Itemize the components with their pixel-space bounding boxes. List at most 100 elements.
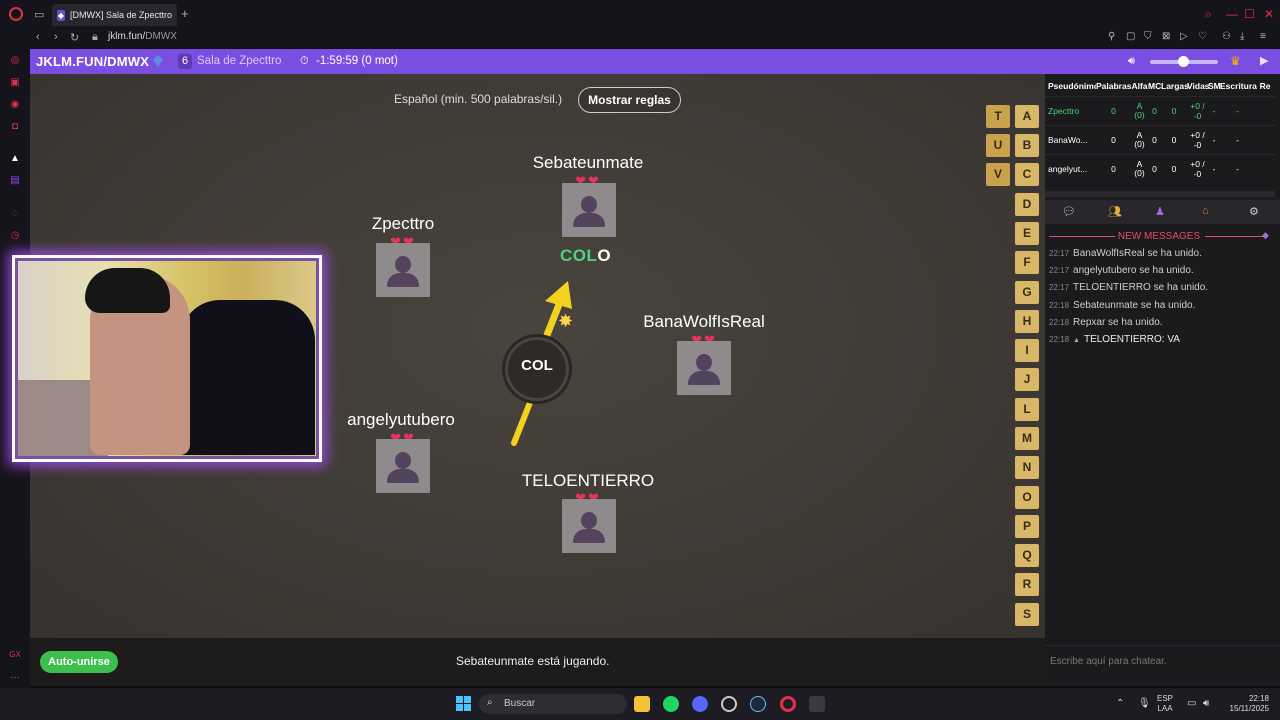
discord-icon[interactable] <box>692 696 708 712</box>
account-icon[interactable]: ⚇ <box>1222 31 1231 42</box>
table-cell: A (0) <box>1134 159 1145 178</box>
keyboard-layout: LAA <box>1157 704 1173 713</box>
new-tab-button[interactable]: + <box>181 6 189 21</box>
table-cell: 0 <box>1152 135 1157 145</box>
tab-overview-icon[interactable]: ▭ <box>34 8 44 21</box>
snapshot-icon[interactable]: ▢ <box>1126 31 1135 42</box>
column-header[interactable]: Pseudónimo <box>1045 81 1096 91</box>
chat-placeholder: Escribe aquí para chatear. <box>1050 656 1167 667</box>
syllable: COL <box>521 357 553 374</box>
collapse-panel-icon[interactable]: ▶ <box>1260 54 1268 67</box>
tiktok-icon[interactable]: ▲ <box>9 153 21 165</box>
table-cell: 0 <box>1152 164 1157 174</box>
chat-message: 22:17 angelyutubero se ha unido. <box>1049 265 1194 276</box>
table-cell: 0 <box>1111 106 1116 116</box>
tab-rules-icon[interactable]: ♟ <box>1155 205 1165 218</box>
user-badge-icon: ▲ <box>1073 337 1080 344</box>
auto-join-button[interactable]: Auto-unirse <box>40 651 118 673</box>
heart-icon[interactable]: ♡ <box>1198 31 1207 42</box>
language-indicator[interactable]: ESP LAA <box>1157 694 1173 714</box>
reload-icon[interactable]: ↻ <box>70 31 79 44</box>
search-icon[interactable]: ⌕ <box>1205 7 1212 22</box>
table-scrollbar[interactable] <box>1045 191 1275 197</box>
player-count: 6 <box>178 54 192 69</box>
show-rules-button[interactable]: Mostrar reglas <box>578 87 681 113</box>
table-cell: +0 / -0 <box>1190 159 1205 179</box>
opera-gx-taskbar-icon[interactable] <box>780 696 796 712</box>
scroll-bottom-icon[interactable]: ◆ <box>1262 230 1269 241</box>
browser-tab[interactable]: ◆ [DMWX] Sala de Zpecttro <box>52 4 177 26</box>
bonus-letter: H <box>1015 310 1039 333</box>
volume-icon[interactable]: 🔊︎ <box>1128 55 1135 68</box>
maximize-button[interactable]: ☐ <box>1244 7 1255 21</box>
table-cell: Zpecttro <box>1048 106 1080 116</box>
crown-icon[interactable]: ♛ <box>1230 54 1241 68</box>
forward-icon[interactable]: › <box>54 31 58 43</box>
minimize-button[interactable]: — <box>1226 7 1238 21</box>
aria-icon[interactable]: ◎ <box>9 55 21 67</box>
bonus-letter: Q <box>1015 544 1039 567</box>
network-icon[interactable]: ▭ <box>1187 698 1196 709</box>
close-button[interactable]: ✕ <box>1264 7 1274 21</box>
pin-icon[interactable]: ⚲ <box>1108 31 1115 42</box>
table-row: BanaWo... 0 A (0) 0 0 +0 / -0 - - <box>1045 125 1275 154</box>
column-header[interactable]: Alfa <box>1131 81 1148 91</box>
vpn-icon[interactable]: ⊠ <box>1162 31 1170 42</box>
column-header[interactable]: Largas <box>1161 81 1189 91</box>
file-explorer-icon[interactable] <box>634 696 650 712</box>
bag-icon[interactable]: ▣ <box>9 77 21 89</box>
opera-logo-icon[interactable] <box>9 7 23 21</box>
player-sidebar-icon[interactable]: ◌ <box>9 208 21 220</box>
twitch-icon[interactable]: ▤ <box>9 175 21 187</box>
app-taskbar-icon[interactable] <box>809 696 825 712</box>
chat-message: 22:18 Sebateunmate se ha unido. <box>1049 300 1195 311</box>
column-header[interactable]: Palabras <box>1096 81 1131 91</box>
language-code: ESP <box>1157 694 1174 703</box>
tab-chat-icon[interactable]: 💬︎ <box>1062 205 1076 218</box>
steam-icon[interactable] <box>750 696 766 712</box>
column-header[interactable]: Escritura <box>1220 81 1257 91</box>
volume-slider-knob[interactable] <box>1178 56 1189 67</box>
tab-settings-icon[interactable]: ⚙ <box>1249 205 1259 218</box>
player-name: Zpecttro <box>371 214 435 233</box>
table-cell: - <box>1236 164 1239 174</box>
column-header[interactable]: SM <box>1208 81 1221 91</box>
chat-text: Repxar se ha unido. <box>1073 317 1163 328</box>
microphone-icon[interactable]: 🎙︎ <box>1138 698 1151 709</box>
spotify-icon[interactable] <box>663 696 679 712</box>
chat-time: 22:17 <box>1049 249 1070 258</box>
player-avatar <box>562 499 616 553</box>
site-link[interactable]: JKLM.FUN/DMWX <box>36 54 149 69</box>
app-icon[interactable] <box>721 696 737 712</box>
bonus-letter: B <box>1015 134 1039 157</box>
instagram-icon[interactable]: ◘ <box>9 121 21 133</box>
url-field[interactable]: jklm.fun/DMWX <box>108 31 177 42</box>
column-header[interactable]: Re <box>1255 81 1275 91</box>
tray-overflow-icon[interactable]: ⌃ <box>1116 698 1124 709</box>
column-header[interactable]: Vidas <box>1187 81 1210 91</box>
messenger-icon[interactable]: ◉ <box>9 99 21 111</box>
more-icon[interactable]: … <box>9 670 21 682</box>
bonus-letter: J <box>1015 368 1039 391</box>
chat-text: Sebateunmate se ha unido. <box>1073 300 1196 311</box>
menu-icon[interactable]: ≡ <box>1260 31 1266 42</box>
column-header[interactable]: MC <box>1148 81 1161 91</box>
shield-icon[interactable]: ⛉ <box>1144 31 1152 42</box>
windows-start-icon[interactable] <box>456 696 471 711</box>
address-bar <box>0 28 1280 48</box>
bonus-letter: R <box>1015 573 1039 596</box>
back-icon[interactable]: ‹ <box>36 31 40 43</box>
tab-favicon-icon: ◆ <box>57 9 65 21</box>
players-table: Pseudónimo Palabras Alfa MC Largas Vidas… <box>1045 76 1275 183</box>
tab-players-icon[interactable]: 👥︎ <box>1108 205 1122 218</box>
table-cell: 0 <box>1171 164 1177 174</box>
player-icon[interactable]: ▷ <box>1180 31 1188 42</box>
gx-icon[interactable]: GX <box>9 650 21 662</box>
bonus-letter: O <box>1015 486 1039 509</box>
speaker-icon[interactable]: 🔊︎ <box>1203 698 1209 709</box>
download-icon[interactable]: ⤓ <box>1240 31 1244 42</box>
tab-room-icon[interactable]: ⌂ <box>1202 205 1209 217</box>
taskbar-search[interactable] <box>479 694 627 714</box>
history-icon[interactable]: ◷ <box>9 230 21 242</box>
clock[interactable]: 22:18 15/11/2025 <box>1224 694 1269 714</box>
